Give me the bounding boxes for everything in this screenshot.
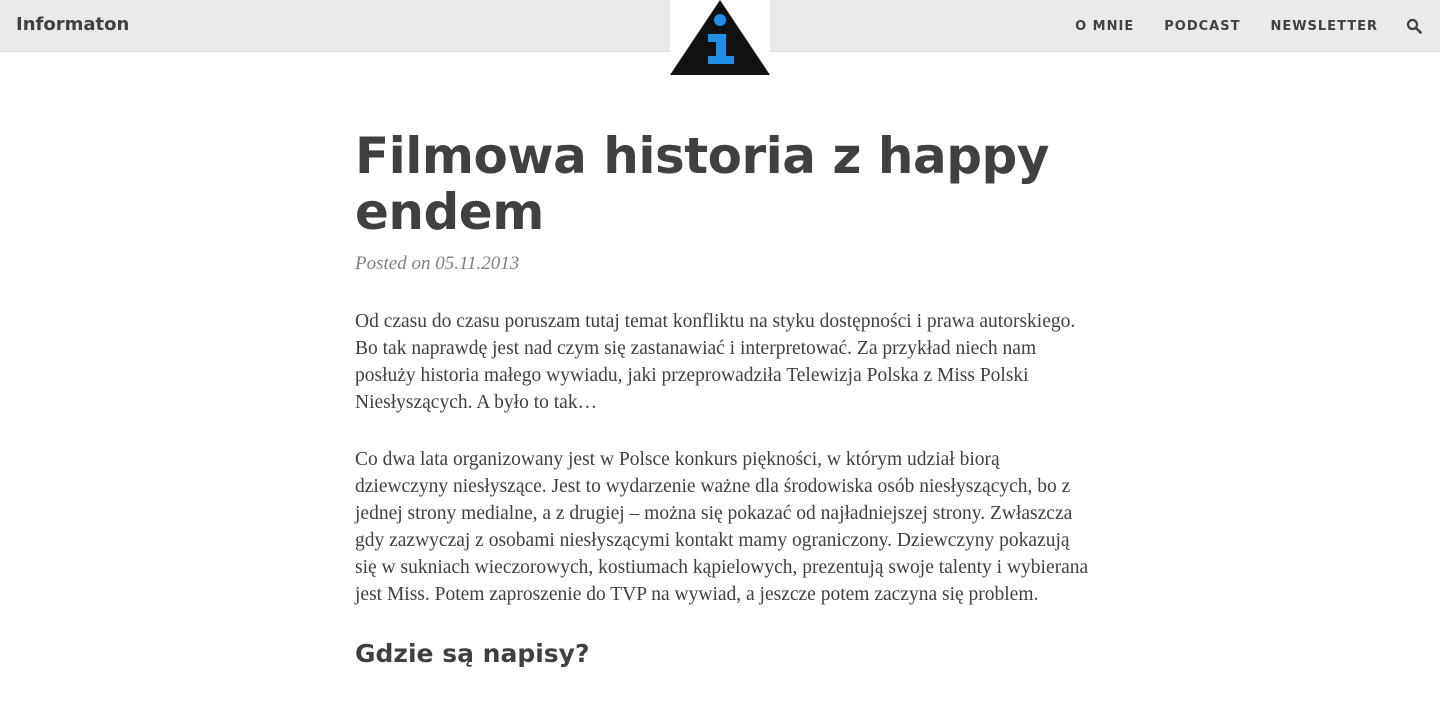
post-paragraph: Od czasu do czasu poruszam tutaj temat k…: [355, 311, 1076, 413]
site-brand-link[interactable]: Informaton: [16, 14, 129, 35]
site-logo[interactable]: [670, 0, 770, 76]
main-nav: O MNIE PODCAST NEWSLETTER: [1045, 0, 1440, 52]
info-logo-icon: [670, 0, 770, 75]
top-navbar: Informaton O MNIE PODCAST NEWSLETTER: [0, 0, 1440, 76]
nav-item-podcast[interactable]: PODCAST: [1164, 19, 1240, 34]
search-icon[interactable]: [1406, 18, 1422, 34]
post-content: Filmowa historia z happy endem Posted on…: [355, 128, 1090, 670]
post-paragraph: Co dwa lata organizowany jest w Polsce k…: [355, 449, 1089, 605]
post-title: Filmowa historia z happy endem: [355, 127, 1049, 241]
post-body: Od czasu do czasu poruszam tutaj temat k…: [355, 308, 1090, 670]
post-date: Posted on 05.11.2013: [355, 253, 520, 274]
post-subheading: Gdzie są napisy?: [355, 639, 590, 668]
nav-item-o-mnie[interactable]: O MNIE: [1075, 19, 1134, 34]
nav-item-newsletter[interactable]: NEWSLETTER: [1270, 19, 1378, 34]
